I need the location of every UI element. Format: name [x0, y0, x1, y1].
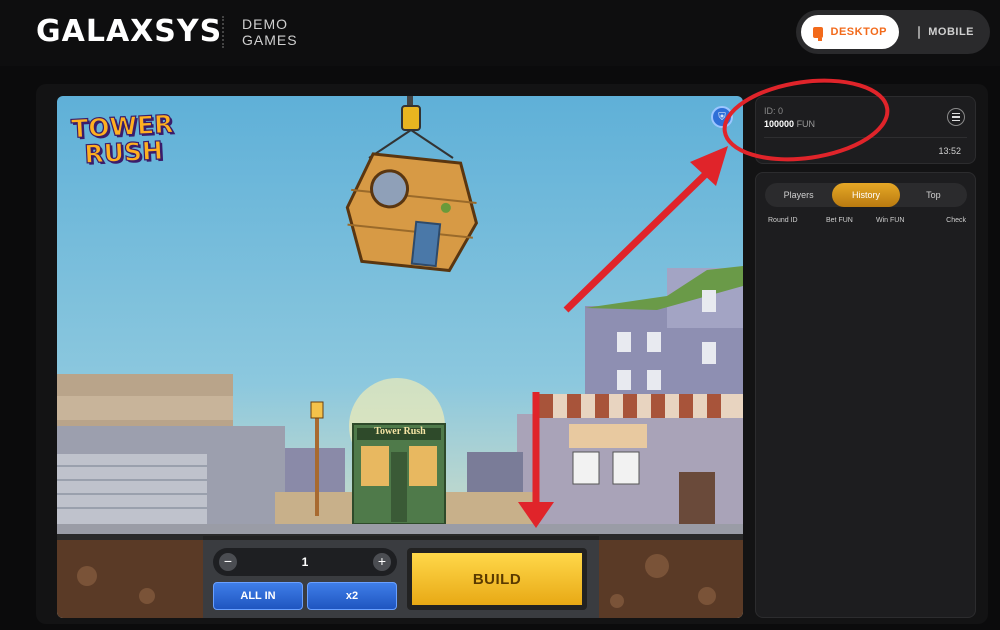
mobile-mode-button[interactable]: MOBILE [906, 15, 986, 49]
desktop-mode-label: DESKTOP [830, 26, 887, 38]
demo-games-label: DEMO GAMES [242, 16, 298, 48]
quantity-stepper: − 1 + [213, 548, 397, 576]
demo-label-line1: DEMO [242, 16, 288, 32]
menu-button[interactable] [947, 108, 965, 126]
header-divider [222, 16, 224, 48]
game-canvas[interactable]: TOWER RUSH ⛨ Tower Rush − 1 + ALL IN x2 … [57, 96, 743, 618]
clock: 13:52 [938, 146, 961, 156]
history-table-header: Round ID Bet FUN Win FUN Check [768, 217, 966, 224]
crane-hook [401, 105, 421, 131]
col-check: Check [946, 217, 966, 224]
account-separator [764, 137, 967, 138]
account-panel: ID: 0 100000 FUN 13:52 [755, 96, 976, 164]
build-label: BUILD [412, 553, 582, 605]
tab-players[interactable]: Players [765, 183, 832, 207]
col-round-id: Round ID [768, 217, 798, 224]
tab-history[interactable]: History [832, 183, 900, 207]
menu-icon [952, 112, 960, 115]
phone-icon [918, 25, 921, 39]
shop-sign: Tower Rush [374, 426, 426, 437]
history-panel: Players History Top Round ID Bet FUN Win… [755, 172, 976, 618]
all-in-button[interactable]: ALL IN [213, 582, 303, 610]
tab-top[interactable]: Top [900, 183, 967, 207]
balance-value: 100000 [764, 119, 795, 129]
shield-icon: ⛨ [718, 111, 726, 123]
build-button[interactable]: BUILD [407, 548, 587, 610]
desktop-mode-button[interactable]: DESKTOP [801, 15, 899, 49]
decrease-button[interactable]: − [219, 553, 237, 571]
balance-currency: FUN [796, 119, 816, 129]
galaxsys-logo[interactable]: GALAXSYS [36, 14, 222, 49]
quantity-value[interactable]: 1 [253, 555, 357, 569]
control-panel: − 1 + ALL IN x2 BUILD [203, 536, 599, 618]
mobile-mode-label: MOBILE [928, 26, 974, 38]
provably-fair-button[interactable]: ⛨ [711, 106, 733, 128]
crane-cable [407, 96, 413, 106]
demo-label-line2: GAMES [242, 32, 298, 48]
tower-rush-logo: TOWER RUSH [70, 109, 177, 170]
view-mode-toggle: DESKTOP MOBILE [796, 10, 990, 54]
col-win: Win FUN [876, 217, 905, 224]
player-id: ID: 0 [764, 106, 784, 116]
street-lamp [315, 416, 319, 516]
logo-line2: RUSH [83, 135, 164, 170]
top-header: GALAXSYS DEMO GAMES DESKTOP MOBILE [0, 0, 1000, 66]
x2-button[interactable]: x2 [307, 582, 397, 610]
increase-button[interactable]: + [373, 553, 391, 571]
balance: 100000 FUN [764, 119, 815, 129]
hanging-tower-block [345, 152, 479, 273]
history-tabs: Players History Top [765, 183, 967, 207]
monitor-icon [813, 26, 823, 41]
col-bet: Bet FUN [826, 217, 853, 224]
